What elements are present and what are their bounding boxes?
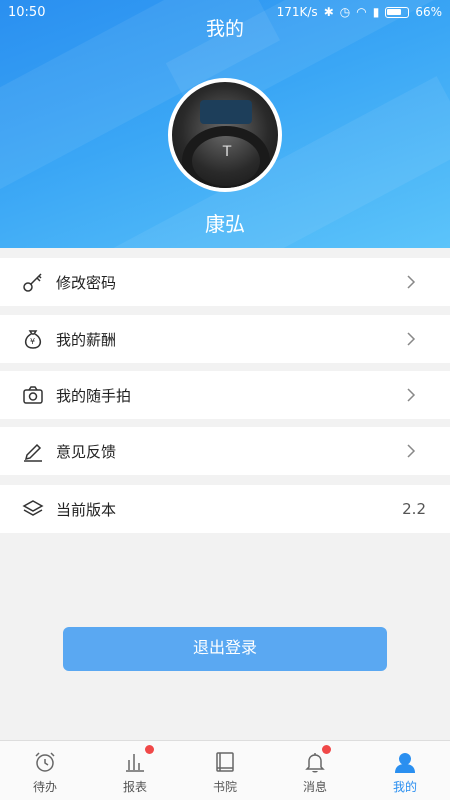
tab-label: 我的 <box>392 780 417 794</box>
menu-item-feedback[interactable]: 意见反馈 <box>0 427 450 475</box>
menu-label: 我的随手拍 <box>56 386 132 405</box>
tab-messages[interactable]: 消息 <box>270 741 360 800</box>
menu-item-change-password[interactable]: 修改密码 <box>0 258 450 306</box>
tab-label: 消息 <box>302 780 327 794</box>
bar-chart-icon <box>122 749 148 775</box>
menu-item-my-salary[interactable]: ¥ 我的薪酬 <box>0 315 450 363</box>
logout-button[interactable]: 退出登录 <box>63 627 387 671</box>
alarm-clock-icon <box>32 749 58 775</box>
pencil-icon <box>21 439 45 463</box>
money-bag-icon: ¥ <box>21 327 45 351</box>
menu-item-current-version: 当前版本 2.2 <box>0 485 450 533</box>
tab-mine[interactable]: 我的 <box>360 741 450 800</box>
menu-label: 意见反馈 <box>56 442 117 461</box>
menu-label: 我的薪酬 <box>56 330 117 349</box>
chevron-right-icon <box>404 388 418 402</box>
svg-text:¥: ¥ <box>30 337 35 346</box>
menu-label: 当前版本 <box>56 500 117 519</box>
version-value: 2.2 <box>402 500 426 518</box>
menu-label: 修改密码 <box>56 273 117 292</box>
chevron-right-icon <box>404 444 418 458</box>
chevron-right-icon <box>404 332 418 346</box>
user-name: 康弘 <box>205 212 245 236</box>
notification-badge <box>145 745 154 754</box>
tab-reports[interactable]: 报表 <box>90 741 180 800</box>
profile-header: 10:50 171K/s ✱ ◷ ◠ ▮ 66% 我的 T 康弘 <box>0 0 450 248</box>
tesla-logo-icon: T <box>222 144 232 160</box>
notification-badge <box>322 745 331 754</box>
tab-label: 书院 <box>212 780 237 794</box>
tab-library[interactable]: 书院 <box>180 741 270 800</box>
tab-label: 报表 <box>122 780 147 794</box>
layers-icon <box>21 497 45 521</box>
camera-icon <box>21 383 45 407</box>
tab-label: 待办 <box>32 780 57 794</box>
book-icon <box>212 749 238 775</box>
menu-item-my-snapshots[interactable]: 我的随手拍 <box>0 371 450 419</box>
tab-todo[interactable]: 待办 <box>0 741 90 800</box>
avatar[interactable]: T <box>168 78 282 192</box>
key-icon <box>21 270 45 294</box>
user-icon <box>392 749 418 775</box>
bottom-tab-bar: 待办 报表 书院 消息 我的 <box>0 740 450 800</box>
chevron-right-icon <box>404 275 418 289</box>
page-title: 我的 <box>205 18 244 40</box>
